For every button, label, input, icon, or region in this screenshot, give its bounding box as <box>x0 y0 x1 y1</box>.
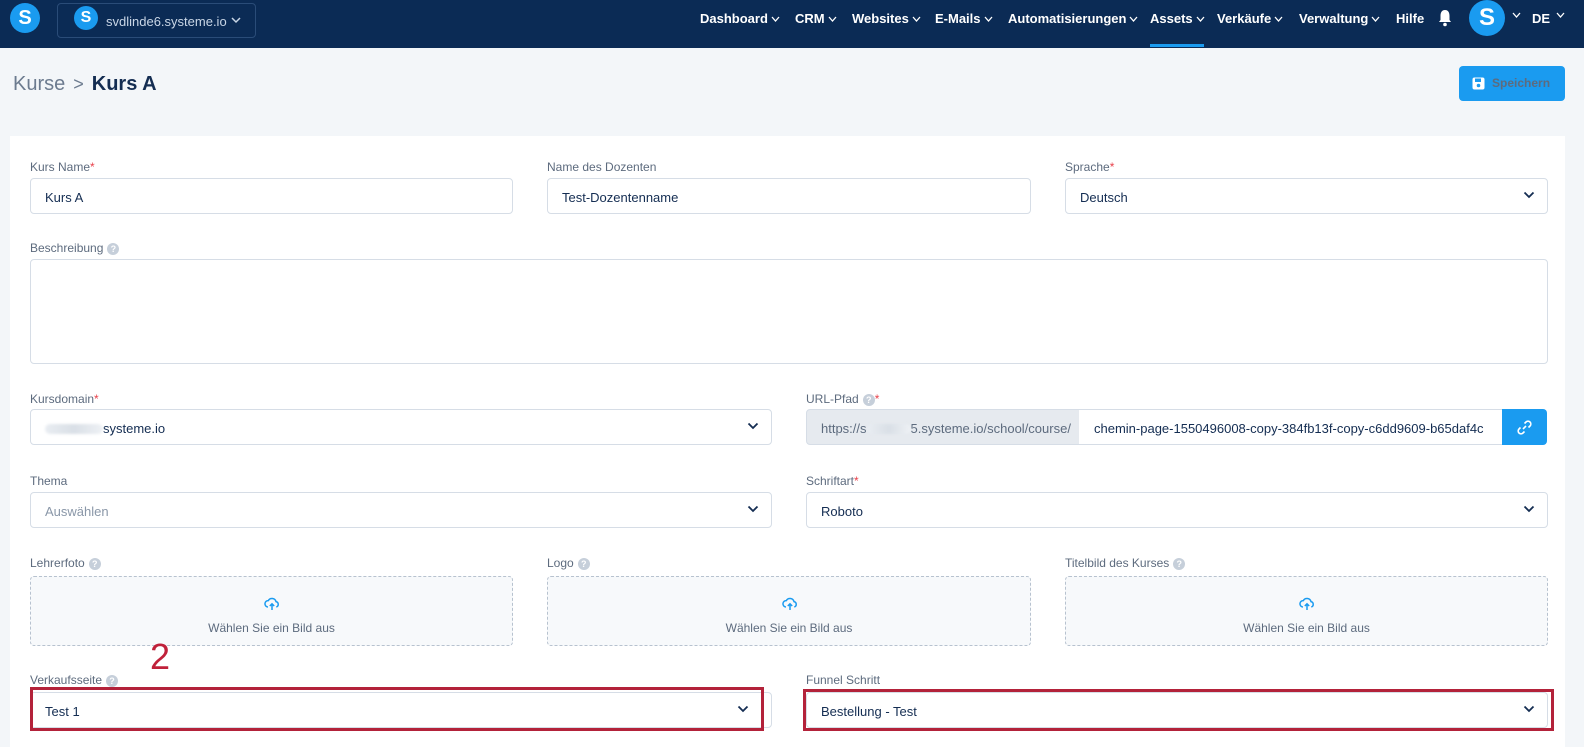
font-select[interactable]: Roboto <box>806 492 1548 528</box>
funnel-step-label: Funnel Schritt <box>806 673 881 687</box>
upload-cloud-icon <box>264 597 279 610</box>
chevron-down-icon <box>737 705 749 713</box>
workspace-switcher[interactable]: S svdlinde6.systeme.io <box>57 3 256 38</box>
cover-label: Titelbild des Kurses? <box>1065 556 1186 570</box>
nav-websites[interactable]: Websites <box>852 11 921 26</box>
description-textarea[interactable] <box>30 259 1548 364</box>
annotation-number: 2 <box>150 636 171 677</box>
chevron-down-icon[interactable] <box>1512 12 1521 18</box>
chevron-down-icon <box>1196 16 1205 22</box>
chevron-down-icon <box>984 16 993 22</box>
teacher-photo-upload[interactable]: Wählen Sie ein Bild aus <box>30 576 513 646</box>
nav-verwaltung[interactable]: Verwaltung <box>1299 11 1380 26</box>
description-label: Beschreibung? <box>30 241 120 255</box>
upload-text: Wählen Sie ein Bild aus <box>208 621 335 635</box>
systeme-logo[interactable]: S <box>10 3 40 33</box>
workspace-logo-icon: S <box>74 6 98 30</box>
instructor-label: Name des Dozenten <box>547 160 657 174</box>
url-prefix: https://s 5.systeme.io/school/course/ <box>806 409 1080 445</box>
funnel-step-select[interactable]: Bestellung - Test <box>806 692 1548 728</box>
chevron-down-icon <box>1274 16 1283 22</box>
language-value: Deutsch <box>1080 190 1128 205</box>
upload-cloud-icon <box>1299 597 1314 610</box>
chevron-down-icon <box>771 16 780 22</box>
bell-icon[interactable] <box>1438 8 1452 28</box>
nav-assets[interactable]: Assets <box>1150 11 1205 26</box>
nav-crm[interactable]: CRM <box>795 11 837 26</box>
help-icon[interactable]: ? <box>862 394 875 406</box>
help-icon[interactable]: ? <box>107 243 120 255</box>
chevron-down-icon <box>1523 505 1535 513</box>
font-value: Roboto <box>821 504 863 519</box>
chevron-down-icon <box>1371 16 1380 22</box>
breadcrumb-separator: > <box>73 74 84 94</box>
nav-hilfe[interactable]: Hilfe <box>1396 11 1424 26</box>
upload-cloud-icon <box>782 597 797 610</box>
language-label: Sprache* <box>1065 160 1115 174</box>
sales-page-value: Test 1 <box>45 704 80 719</box>
nav-automatisierungen[interactable]: Automatisierungen <box>1008 11 1138 26</box>
course-name-label: Kurs Name* <box>30 160 95 174</box>
upload-text: Wählen Sie ein Bild aus <box>1243 621 1370 635</box>
font-label: Schriftart* <box>806 474 859 488</box>
theme-select[interactable]: Auswählen <box>30 492 772 528</box>
workspace-name: svdlinde6.systeme.io <box>106 14 227 29</box>
breadcrumb: Kurse > Kurs A <box>13 73 157 96</box>
funnel-step-value: Bestellung - Test <box>821 704 917 719</box>
copy-link-button[interactable] <box>1502 409 1547 445</box>
domain-label: Kursdomain* <box>30 392 99 406</box>
course-name-value: Kurs A <box>45 190 84 205</box>
instructor-input[interactable]: Test-Dozentenname <box>547 178 1031 214</box>
chevron-down-icon <box>828 16 837 22</box>
sales-page-label: Verkaufsseite? <box>30 673 119 687</box>
logo-label: Logo? <box>547 556 590 570</box>
chevron-down-icon <box>747 505 759 513</box>
url-path-value: chemin-page-1550496008-copy-384fb13f-cop… <box>1094 421 1484 436</box>
help-icon[interactable]: ? <box>577 558 590 570</box>
domain-select[interactable]: systeme.io <box>30 409 772 445</box>
nav-dashboard[interactable]: Dashboard <box>700 11 780 26</box>
chevron-down-icon <box>1523 191 1535 199</box>
url-path-input[interactable]: chemin-page-1550496008-copy-384fb13f-cop… <box>1079 409 1503 445</box>
course-name-input[interactable]: Kurs A <box>30 178 513 214</box>
help-icon[interactable]: ? <box>106 675 119 687</box>
save-button-label: Speichern <box>1492 76 1551 90</box>
nav-verkaeufe[interactable]: Verkäufe <box>1217 11 1283 26</box>
logo-upload[interactable]: Wählen Sie ein Bild aus <box>547 576 1031 646</box>
active-tab-indicator <box>1150 44 1204 47</box>
chevron-down-icon[interactable] <box>1556 12 1565 18</box>
chevron-down-icon <box>912 16 921 22</box>
theme-label: Thema <box>30 474 68 488</box>
nav-emails[interactable]: E-Mails <box>935 11 993 26</box>
redacted-subdomain <box>866 424 911 434</box>
chevron-down-icon <box>747 422 759 430</box>
teacher-photo-label: Lehrerfoto? <box>30 556 101 570</box>
help-icon[interactable]: ? <box>1173 558 1186 570</box>
theme-placeholder: Auswählen <box>45 504 109 519</box>
breadcrumb-kurse[interactable]: Kurse <box>13 73 65 95</box>
cover-upload[interactable]: Wählen Sie ein Bild aus <box>1065 576 1548 646</box>
sales-page-select[interactable]: Test 1 <box>30 692 772 728</box>
link-icon <box>1517 420 1532 435</box>
chevron-down-icon <box>1523 705 1535 713</box>
upload-text: Wählen Sie ein Bild aus <box>725 621 853 635</box>
page-title: Kurs A <box>91 73 157 95</box>
instructor-value: Test-Dozentenname <box>562 190 679 205</box>
domain-value: systeme.io <box>45 421 165 436</box>
url-path-label: URL-Pfad? * <box>806 392 880 406</box>
help-icon[interactable]: ? <box>88 558 101 570</box>
chevron-down-icon <box>1129 16 1138 22</box>
top-navigation: S S svdlinde6.systeme.io Dashboard CRM W… <box>0 0 1584 48</box>
chevron-down-icon <box>231 17 241 24</box>
save-icon <box>1472 77 1485 90</box>
save-button[interactable]: Speichern <box>1459 66 1565 101</box>
redacted-subdomain <box>45 424 103 434</box>
language-select[interactable]: Deutsch <box>1065 178 1548 214</box>
language-selector[interactable]: DE <box>1532 11 1550 26</box>
avatar[interactable]: S <box>1469 0 1505 36</box>
